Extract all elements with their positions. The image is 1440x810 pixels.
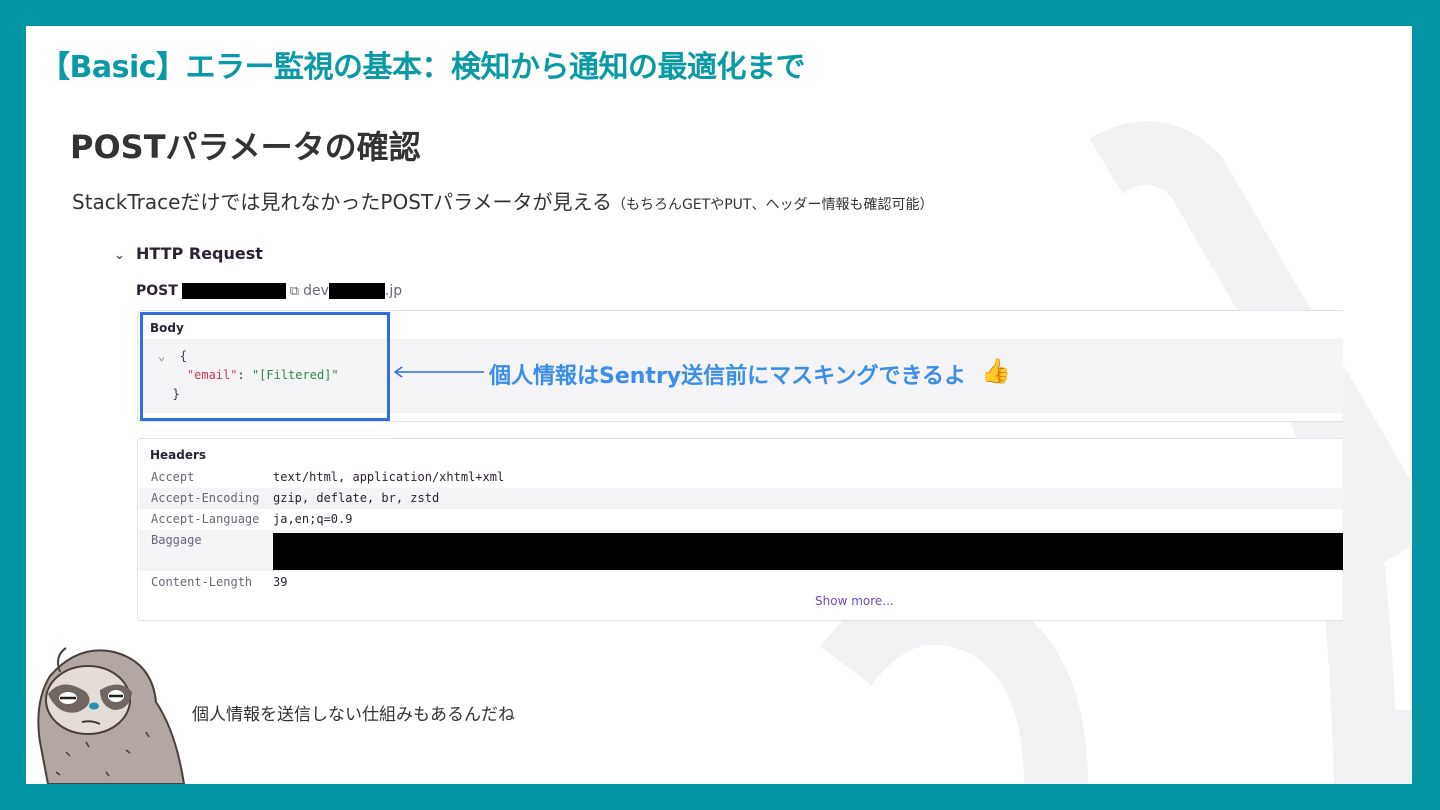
show-more-link[interactable]: Show more... [815, 594, 894, 608]
redacted-path [181, 283, 286, 299]
lead-note: （もちろんGETやPUT、ヘッダー情報も確認可能） [611, 197, 934, 213]
header-value: ja,en;q=0.9 [273, 512, 353, 526]
header-row: Accept-Encoding gzip, deflate, br, zstd [139, 488, 1343, 509]
slide: 【Basic】エラー監視の基本：検知から通知の最適化まで POSTパラメータの確… [26, 26, 1412, 784]
main-title: 【Basic】エラー監視の基本：検知から通知の最適化まで [40, 50, 806, 85]
http-request-toggle[interactable]: ⌄ HTTP Request [114, 244, 263, 263]
headers-panel-title: Headers [150, 448, 207, 462]
http-request-label: HTTP Request [136, 244, 263, 263]
highlight-box [140, 312, 390, 421]
headers-panel: Headers Accept text/html, application/xh… [137, 438, 1343, 621]
redacted-host [328, 283, 385, 299]
header-row: Accept-Language ja,en;q=0.9 [139, 509, 1343, 530]
lead-text: StackTraceだけでは見れなかったPOSTパラメータが見える（もちろんGE… [72, 186, 933, 215]
external-link-icon[interactable]: ⧉ [290, 284, 299, 299]
header-key: Accept-Language [151, 512, 260, 526]
host-prefix[interactable]: dev [303, 283, 329, 299]
header-row: Content-Length 39 [139, 572, 1343, 593]
header-value: 39 [273, 575, 288, 589]
sloth-caption: 個人情報を送信しない仕組みもあるんだね [192, 705, 515, 725]
section-title: POSTパラメータの確認 [70, 128, 421, 166]
redacted-baggage [273, 533, 1343, 570]
header-row: Accept text/html, application/xhtml+xml [139, 467, 1343, 488]
masking-callout: 個人情報はSentry送信前にマスキングできるよ [489, 364, 967, 389]
header-key: Accept [151, 470, 195, 484]
sloth-mascot [37, 647, 186, 784]
lead-main: StackTraceだけでは見れなかったPOSTパラメータが見える [72, 190, 612, 214]
header-row: Baggage [139, 530, 1343, 571]
chevron-down-icon: ⌄ [114, 248, 125, 263]
header-key: Baggage [151, 533, 202, 547]
arrow-left-icon [393, 366, 484, 378]
http-method: POST [136, 283, 178, 299]
header-key: Content-Length [151, 575, 253, 589]
request-url-line: POST ⧉ dev .jp [136, 283, 402, 299]
header-key: Accept-Encoding [151, 491, 260, 505]
thumbs-up-icon: 👍 [981, 357, 1011, 385]
header-value: gzip, deflate, br, zstd [273, 491, 440, 505]
host-suffix[interactable]: .jp [385, 283, 402, 299]
header-value: text/html, application/xhtml+xml [273, 470, 505, 484]
